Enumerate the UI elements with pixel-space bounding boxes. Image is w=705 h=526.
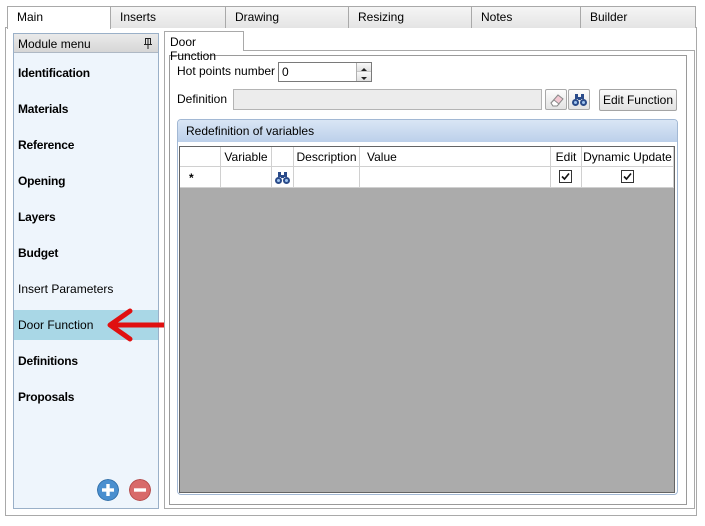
menu-item-identification[interactable]: Identification — [14, 58, 158, 88]
binoculars-icon — [275, 172, 290, 184]
tab-notes-label: Notes — [481, 10, 513, 24]
menu-item-label: Door Function — [18, 318, 94, 332]
clear-definition-button[interactable] — [545, 89, 567, 110]
menu-item-label: Layers — [18, 210, 56, 224]
pin-icon[interactable] — [144, 38, 152, 49]
tab-drawing-label: Drawing — [235, 10, 280, 24]
edit-function-button[interactable]: Edit Function — [599, 89, 677, 111]
cell-variable[interactable] — [221, 167, 272, 188]
hot-points-label: Hot points number — [177, 64, 276, 78]
variables-grid[interactable]: Variable Description Value Edit Dynamic … — [179, 146, 675, 493]
cell-edit — [551, 167, 582, 188]
stepper-down-button[interactable] — [357, 72, 371, 81]
remove-icon[interactable] — [129, 479, 151, 501]
module-menu: Module menu Identification Materials Ref… — [13, 33, 159, 509]
edit-checkbox[interactable] — [559, 170, 572, 183]
column-header-lookup[interactable] — [272, 147, 294, 167]
definition-label: Definition — [177, 92, 228, 106]
tab-door-function-label: Door Function — [170, 35, 217, 63]
menu-item-label: Opening — [18, 174, 66, 188]
stepper-up-button[interactable] — [357, 63, 371, 72]
cell-description[interactable] — [294, 167, 360, 188]
add-icon[interactable] — [97, 479, 119, 501]
new-row-indicator: * — [180, 167, 221, 188]
tab-resizing[interactable]: Resizing — [348, 6, 472, 28]
menu-item-budget[interactable]: Budget — [14, 238, 158, 268]
tab-notes[interactable]: Notes — [471, 6, 581, 28]
binoculars-icon — [572, 94, 587, 106]
column-header-description[interactable]: Description — [294, 147, 360, 167]
menu-item-label: Definitions — [18, 354, 78, 368]
menu-item-insert-parameters[interactable]: Insert Parameters — [14, 274, 158, 304]
definition-field[interactable] — [233, 89, 542, 110]
check-icon — [623, 172, 632, 181]
chevron-down-icon — [361, 77, 367, 80]
eraser-icon — [550, 94, 564, 107]
tab-door-function[interactable]: Door Function — [164, 31, 244, 63]
menu-item-label: Insert Parameters — [18, 282, 114, 296]
menu-item-label: Identification — [18, 66, 90, 80]
menu-item-label: Proposals — [18, 390, 75, 404]
menu-item-layers[interactable]: Layers — [14, 202, 158, 232]
menu-item-definitions[interactable]: Definitions — [14, 346, 158, 376]
module-menu-header: Module menu — [14, 34, 158, 53]
column-header-dynamic-update[interactable]: Dynamic Update — [582, 147, 674, 167]
redefinition-header: Redefinition of variables — [178, 120, 677, 142]
column-header-edit[interactable]: Edit — [551, 147, 582, 167]
tab-main-label: Main — [17, 10, 44, 24]
tab-main[interactable]: Main — [7, 6, 111, 29]
menu-item-label: Budget — [18, 246, 59, 260]
stepper-buttons — [356, 63, 371, 81]
cell-dynamic-update — [582, 167, 674, 188]
hot-points-value[interactable]: 0 — [282, 65, 289, 79]
browse-definition-button[interactable] — [568, 89, 590, 110]
dynamic-update-checkbox[interactable] — [621, 170, 634, 183]
menu-item-opening[interactable]: Opening — [14, 166, 158, 196]
menu-item-label: Reference — [18, 138, 75, 152]
tab-builder[interactable]: Builder — [580, 6, 696, 28]
check-icon — [561, 172, 570, 181]
tab-inserts-label: Inserts — [120, 10, 157, 24]
cell-value[interactable] — [360, 167, 551, 188]
hot-points-stepper[interactable]: 0 — [278, 62, 372, 82]
module-menu-title: Module menu — [18, 37, 91, 51]
menu-item-label: Materials — [18, 102, 69, 116]
grid-row-header-corner — [180, 147, 221, 167]
tab-drawing[interactable]: Drawing — [225, 6, 349, 28]
tab-inserts[interactable]: Inserts — [110, 6, 226, 28]
menu-item-reference[interactable]: Reference — [14, 130, 158, 160]
tab-resizing-label: Resizing — [358, 10, 405, 24]
column-header-value[interactable]: Value — [360, 147, 551, 167]
column-header-variable[interactable]: Variable — [221, 147, 272, 167]
new-row-asterisk: * — [189, 171, 194, 185]
menu-item-materials[interactable]: Materials — [14, 94, 158, 124]
menu-item-proposals[interactable]: Proposals — [14, 382, 158, 412]
tab-builder-label: Builder — [590, 10, 628, 24]
cell-lookup-button[interactable] — [272, 167, 294, 188]
